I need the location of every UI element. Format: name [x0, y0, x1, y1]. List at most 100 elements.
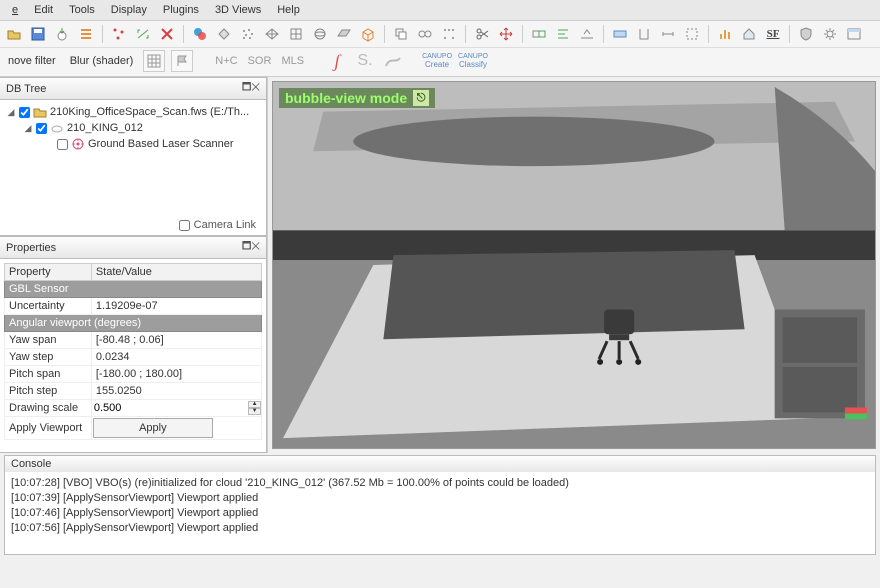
save-icon[interactable] — [28, 24, 48, 44]
align-icon[interactable] — [553, 24, 573, 44]
scissors-icon[interactable] — [472, 24, 492, 44]
prop-label: Pitch span — [5, 366, 92, 383]
menu-help[interactable]: Help — [269, 2, 308, 18]
menu-edit[interactable]: Edit — [26, 2, 61, 18]
prop-value[interactable]: [-180.00 ; 180.00] — [91, 366, 261, 383]
canupo-create-button[interactable]: CANUPOCreate — [422, 53, 452, 69]
console-panel: Console [10:07:28] [VBO] VBO(s) (re)init… — [4, 455, 876, 555]
point-pick-icon[interactable] — [109, 24, 129, 44]
tree-item-cloud[interactable]: ◢ 210_KING_012 — [6, 120, 260, 136]
range-icon[interactable] — [658, 24, 678, 44]
register-icon[interactable] — [529, 24, 549, 44]
prop-value[interactable]: 1.19209e-07 — [91, 298, 261, 315]
menu-file[interactable]: e — [4, 2, 26, 18]
menu-plugins[interactable]: Plugins — [155, 2, 207, 18]
console-line: [10:07:39] [ApplySensorViewport] Viewpor… — [11, 491, 869, 506]
tree-checkbox[interactable] — [36, 123, 47, 134]
menu-3dviews[interactable]: 3D Views — [207, 2, 269, 18]
drawing-scale-spinner[interactable]: ▲▼ — [92, 401, 261, 415]
clip-icon[interactable] — [682, 24, 702, 44]
properties-col-state: State/Value — [91, 264, 261, 281]
properties-title: Properties 🗖✕ — [0, 236, 267, 259]
link-icon[interactable] — [133, 24, 153, 44]
mesh-icon[interactable] — [262, 24, 282, 44]
dbtree-close-icon[interactable]: 🗖✕ — [242, 80, 260, 97]
console-line: [10:07:56] [ApplySensorViewport] Viewpor… — [11, 521, 869, 536]
open-icon[interactable] — [4, 24, 24, 44]
tree-checkbox[interactable] — [19, 107, 30, 118]
properties-close-icon[interactable]: 🗖✕ — [242, 239, 260, 256]
prop-label: Pitch step — [5, 383, 92, 400]
cloud-icon[interactable] — [238, 24, 258, 44]
export-icon[interactable] — [52, 24, 72, 44]
tree-item-file[interactable]: ◢ 210King_OfficeSpace_Scan.fws (E:/Th... — [6, 104, 260, 120]
main-area: DB Tree 🗖✕ ◢ 210King_OfficeSpace_Scan.fw… — [0, 77, 880, 453]
normals-icon[interactable] — [214, 24, 234, 44]
subsample-icon[interactable] — [439, 24, 459, 44]
prop-label: Uncertainty — [5, 298, 92, 315]
prop-value[interactable]: [-80.48 ; 0.06] — [91, 332, 261, 349]
prop-value[interactable]: 0.0234 — [91, 349, 261, 366]
menu-tools[interactable]: Tools — [61, 2, 103, 18]
clone-icon[interactable] — [391, 24, 411, 44]
prop-value[interactable]: 155.0250 — [91, 383, 261, 400]
apply-button[interactable]: Apply — [93, 418, 213, 438]
level-icon[interactable] — [577, 24, 597, 44]
canupo-classify-button[interactable]: CANUPOClassify — [458, 53, 488, 69]
shield-icon[interactable] — [796, 24, 816, 44]
folder-icon — [33, 105, 47, 119]
box-icon[interactable] — [358, 24, 378, 44]
properties-row: Drawing scale ▲▼ — [5, 400, 262, 417]
menu-display[interactable]: Display — [103, 2, 155, 18]
prop-label: Yaw span — [5, 332, 92, 349]
viewport-mode-badge: bubble-view mode ⎋ — [279, 88, 435, 108]
blur-shader-button[interactable]: Blur (shader) — [66, 54, 138, 68]
delete-icon[interactable] — [157, 24, 177, 44]
curve-dots-icon[interactable]: S. — [354, 50, 376, 72]
octree-icon[interactable] — [286, 24, 306, 44]
properties-row: Uncertainty 1.19209e-07 — [5, 298, 262, 315]
tree-collapse-icon[interactable]: ◢ — [6, 107, 16, 118]
properties-panel: Property State/Value GBL Sensor Uncertai… — [0, 259, 267, 453]
curve-s-icon[interactable]: ʃ — [326, 50, 348, 72]
console-line: [10:07:28] [VBO] VBO(s) (re)initialized … — [11, 476, 869, 491]
spin-up-icon[interactable]: ▲ — [248, 401, 261, 408]
secondary-toolbar: nove filter Blur (shader) N+C SOR MLS ʃ … — [0, 48, 880, 77]
cloud-node-icon — [50, 121, 64, 135]
sor-button[interactable]: SOR — [246, 54, 274, 68]
tool-flag-icon[interactable] — [171, 50, 193, 72]
home-icon[interactable] — [739, 24, 759, 44]
sphere-fit-icon[interactable] — [310, 24, 330, 44]
new-window-icon[interactable] — [844, 24, 864, 44]
histogram-icon[interactable] — [715, 24, 735, 44]
translate-icon[interactable] — [496, 24, 516, 44]
3d-viewport[interactable]: bubble-view mode ⎋ — [272, 81, 876, 449]
nc-button[interactable]: N+C — [213, 54, 239, 68]
tree-checkbox[interactable] — [57, 139, 68, 150]
console-title: Console — [5, 456, 875, 472]
exit-bubble-view-icon[interactable]: ⎋ — [413, 90, 429, 106]
plane-fit-icon[interactable] — [334, 24, 354, 44]
drawing-scale-input[interactable] — [92, 401, 248, 415]
crosssection-icon[interactable] — [610, 24, 630, 44]
tree-collapse-icon[interactable]: ◢ — [23, 123, 33, 134]
segment-icon[interactable] — [634, 24, 654, 44]
list-icon[interactable] — [76, 24, 96, 44]
color-icon[interactable] — [190, 24, 210, 44]
camera-link-checkbox[interactable]: Camera Link — [179, 219, 256, 231]
surface-icon[interactable] — [382, 50, 404, 72]
remove-filter-button[interactable]: nove filter — [4, 54, 60, 68]
main-toolbar: SF — [0, 21, 880, 48]
sf-icon[interactable]: SF — [763, 24, 783, 44]
prop-label: Yaw step — [5, 349, 92, 366]
spin-down-icon[interactable]: ▼ — [248, 408, 261, 415]
tool-grid-icon[interactable] — [143, 50, 165, 72]
gear-icon[interactable] — [820, 24, 840, 44]
merge-icon[interactable] — [415, 24, 435, 44]
mls-button[interactable]: MLS — [279, 54, 306, 68]
dbtree-panel: ◢ 210King_OfficeSpace_Scan.fws (E:/Th...… — [0, 100, 267, 236]
properties-row: Pitch span[-180.00 ; 180.00] — [5, 366, 262, 383]
tree-item-sensor[interactable]: Ground Based Laser Scanner — [6, 136, 260, 152]
prop-label: Drawing scale — [5, 400, 92, 417]
console-body[interactable]: [10:07:28] [VBO] VBO(s) (re)initialized … — [5, 472, 875, 554]
